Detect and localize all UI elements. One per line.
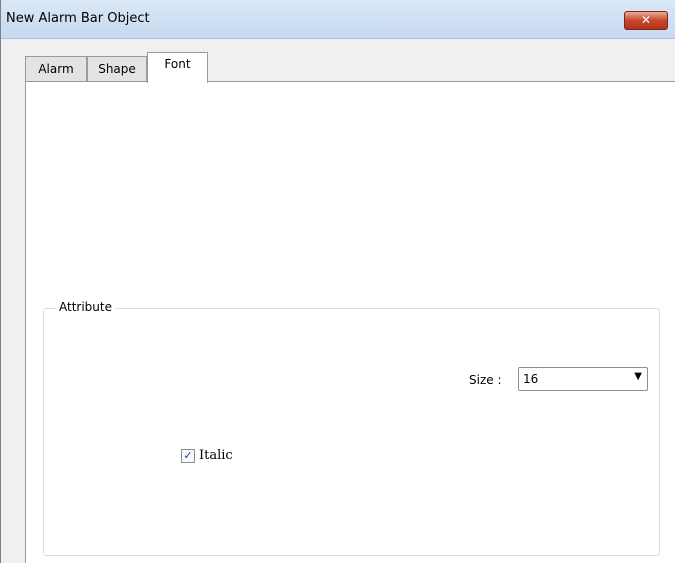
close-button[interactable]: ✕	[624, 11, 668, 30]
tab-alarm-label: Alarm	[38, 62, 74, 76]
size-dropdown[interactable]: 16 ▼	[518, 367, 648, 391]
tab-alarm[interactable]: Alarm	[25, 56, 87, 82]
italic-label[interactable]: Italic	[199, 448, 233, 463]
dialog-window: New Alarm Bar Object ✕ Alarm Shape Font …	[0, 0, 675, 563]
window-title: New Alarm Bar Object	[6, 11, 150, 26]
size-label: Size :	[469, 373, 502, 387]
chevron-down-icon[interactable]: ▼	[634, 371, 642, 382]
font-tab-panel: Attribute Size : 16 ▼ ✓ Italic	[25, 81, 675, 563]
attribute-groupbox: Attribute Size : 16 ▼ ✓ Italic	[43, 300, 660, 556]
tab-shape[interactable]: Shape	[87, 56, 147, 82]
attribute-group-label: Attribute	[56, 300, 115, 314]
italic-checkbox[interactable]: ✓	[181, 449, 195, 463]
close-icon: ✕	[640, 13, 652, 27]
tab-font[interactable]: Font	[147, 52, 208, 83]
size-value: 16	[523, 372, 539, 386]
tab-font-label: Font	[164, 57, 191, 71]
tab-shape-label: Shape	[98, 62, 136, 76]
tab-strip: Alarm Shape Font	[1, 52, 675, 83]
title-bar: New Alarm Bar Object ✕	[1, 0, 675, 39]
